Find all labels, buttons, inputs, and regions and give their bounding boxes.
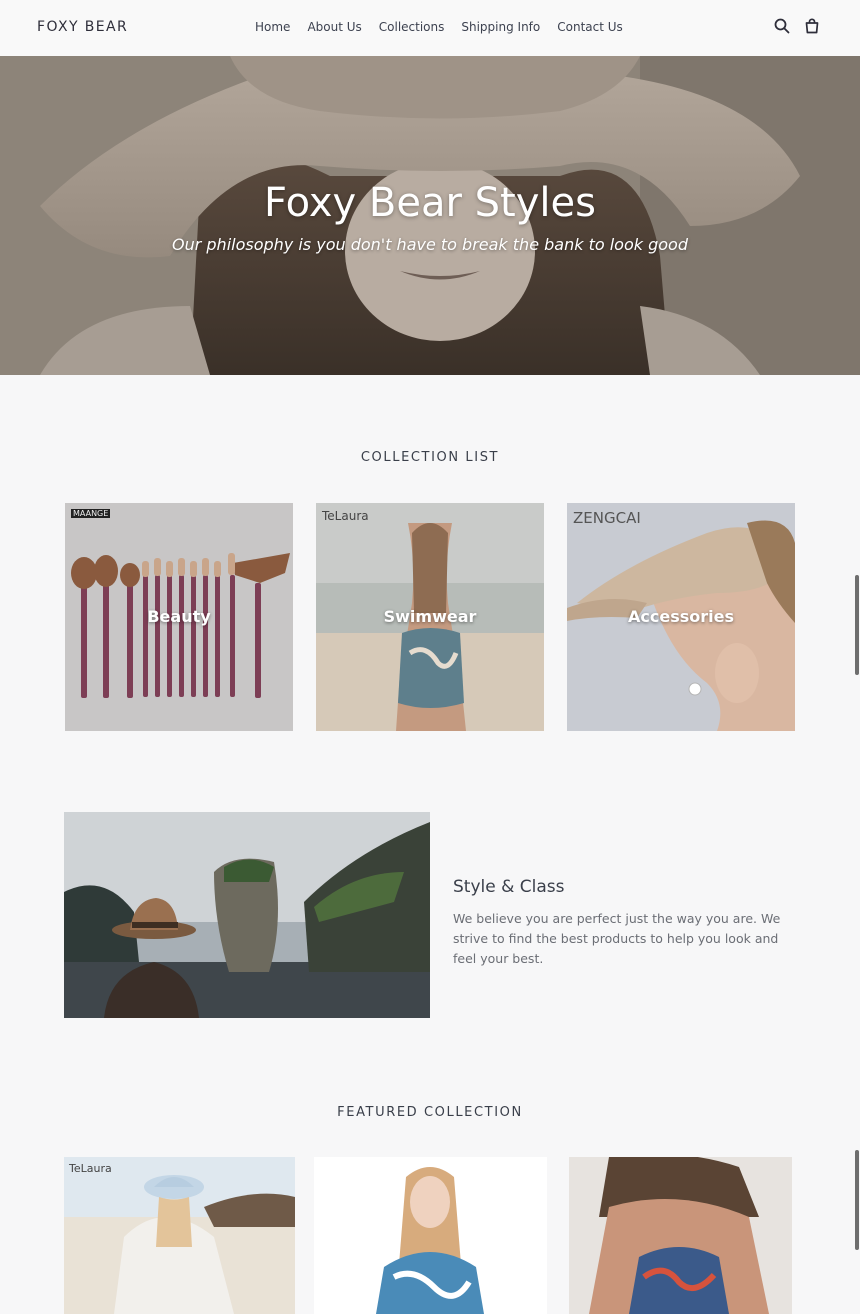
hero-title: Foxy Bear Styles xyxy=(264,180,596,226)
page-scrollbar[interactable] xyxy=(854,0,860,1314)
nav-contact-us[interactable]: Contact Us xyxy=(557,20,623,34)
nav-about-us[interactable]: About Us xyxy=(307,20,361,34)
search-icon[interactable] xyxy=(774,18,790,34)
cart-icon[interactable] xyxy=(804,18,820,34)
collection-tile-beauty[interactable]: MAANGE Beauty xyxy=(65,503,293,731)
product-card-2[interactable] xyxy=(314,1157,547,1314)
product-image-2 xyxy=(314,1157,547,1314)
product-image-3 xyxy=(569,1157,792,1314)
tile-brand: MAANGE xyxy=(71,509,111,518)
tile-brand: TeLaura xyxy=(322,509,369,523)
hero-banner: Foxy Bear Styles Our philosophy is you d… xyxy=(0,56,860,375)
nav-collections[interactable]: Collections xyxy=(379,20,445,34)
feature-title: Style & Class xyxy=(453,877,565,897)
tile-label-beauty: Beauty xyxy=(147,607,211,626)
collection-list-heading: COLLECTION LIST xyxy=(360,450,500,465)
featured-collection-heading: FEATURED COLLECTION xyxy=(337,1105,523,1120)
tile-brand: ZENGCAI xyxy=(573,509,641,527)
collection-tile-accessories[interactable]: ZENGCAI Accessories xyxy=(567,503,795,731)
site-logo[interactable]: FOXY BEAR xyxy=(37,19,128,35)
product-brand-1: TeLaura xyxy=(69,1162,112,1175)
feature-text: We believe you are perfect just the way … xyxy=(453,911,781,966)
header-icons xyxy=(774,18,820,34)
product-card-3[interactable] xyxy=(569,1157,792,1314)
tile-label-swimwear: Swimwear xyxy=(383,607,477,626)
scrollbar-thumb-upper[interactable] xyxy=(855,575,859,675)
feature-image xyxy=(64,812,430,1018)
tile-label-accessories: Accessories xyxy=(628,607,734,626)
nav-shipping-info[interactable]: Shipping Info xyxy=(461,20,540,34)
main-nav: Home About Us Collections Shipping Info … xyxy=(255,20,640,34)
nav-home[interactable]: Home xyxy=(255,20,290,34)
site-header: FOXY BEAR Home About Us Collections Ship… xyxy=(0,0,860,56)
scrollbar-thumb-lower[interactable] xyxy=(855,1150,859,1250)
product-card-1[interactable]: TeLaura xyxy=(64,1157,295,1314)
collection-tile-swimwear[interactable]: TeLaura Swimwear xyxy=(316,503,544,731)
hero-subtitle: Our philosophy is you don't have to brea… xyxy=(172,235,688,254)
product-image-1 xyxy=(64,1157,295,1314)
